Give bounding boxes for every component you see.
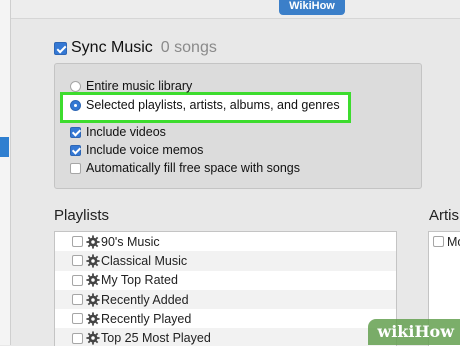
- playlist-label: Classical Music: [101, 253, 188, 268]
- playlist-label: Top 25 Most Played: [101, 331, 211, 346]
- list-item[interactable]: Classical Music: [55, 251, 396, 271]
- selected-label: Selected playlists, artists, albums, and…: [86, 98, 340, 112]
- include-videos-checkbox[interactable]: [70, 126, 81, 138]
- playlist-label: Recently Played: [101, 311, 192, 326]
- gear-icon: [86, 235, 100, 249]
- gear-icon: [86, 273, 100, 287]
- entire-library-radio[interactable]: [70, 80, 81, 92]
- option-autofill[interactable]: Automatically fill free space with songs: [70, 161, 300, 175]
- gear-icon: [86, 331, 100, 345]
- playlist-label: Recently Added: [101, 292, 189, 307]
- playlist-label: 90's Music: [101, 234, 160, 249]
- gear-icon: [86, 254, 100, 268]
- option-include-videos[interactable]: Include videos: [70, 125, 166, 139]
- gear-icon: [86, 312, 100, 326]
- option-selected[interactable]: Selected playlists, artists, albums, and…: [70, 98, 340, 112]
- artists-heading: Artis: [429, 207, 459, 224]
- artist-label: Mo: [447, 234, 460, 249]
- list-item[interactable]: 90's Music: [55, 232, 396, 251]
- playlist-checkbox[interactable]: [72, 332, 83, 344]
- playlists-heading: Playlists: [54, 207, 110, 224]
- gear-icon: [86, 292, 100, 307]
- list-item[interactable]: Recently Played: [55, 309, 396, 328]
- autofill-checkbox[interactable]: [70, 162, 81, 174]
- list-item[interactable]: Mo: [429, 232, 460, 251]
- playlist-checkbox[interactable]: [72, 294, 83, 306]
- playlist-checkbox[interactable]: [72, 313, 83, 325]
- sidebar-selected-item[interactable]: [0, 137, 9, 157]
- sidebar: [0, 0, 11, 345]
- selected-radio[interactable]: [70, 99, 81, 111]
- playlist-checkbox[interactable]: [72, 236, 83, 248]
- list-item[interactable]: My Top Rated: [55, 271, 396, 290]
- entire-library-label: Entire music library: [86, 79, 193, 93]
- sync-music-label: Sync Music: [71, 39, 153, 56]
- include-voice-memos-checkbox[interactable]: [70, 144, 81, 156]
- include-videos-label: Include videos: [86, 125, 166, 139]
- playlist-label: My Top Rated: [101, 273, 178, 288]
- option-entire-library[interactable]: Entire music library: [70, 79, 192, 93]
- playlists-list: 90's Music Classical Music My Top Rated …: [54, 231, 397, 346]
- device-tab[interactable]: WikiHow: [279, 0, 345, 15]
- sync-music-checkbox[interactable]: [54, 41, 67, 55]
- watermark-logo: wikiHow: [377, 322, 454, 341]
- list-item[interactable]: Top 25 Most Played: [55, 328, 396, 346]
- autofill-label: Automatically fill free space with songs: [86, 161, 300, 175]
- playlist-checkbox[interactable]: [72, 255, 83, 267]
- artist-checkbox[interactable]: [433, 236, 444, 248]
- sync-music-row: Sync Music 0 songs: [54, 38, 217, 58]
- song-count: 0 songs: [160, 39, 217, 56]
- include-voice-memos-label: Include voice memos: [86, 143, 204, 157]
- list-item[interactable]: Recently Added: [55, 289, 396, 310]
- option-include-voice-memos[interactable]: Include voice memos: [70, 143, 203, 157]
- playlist-checkbox[interactable]: [72, 274, 83, 286]
- top-bar: WikiHow: [11, 0, 460, 19]
